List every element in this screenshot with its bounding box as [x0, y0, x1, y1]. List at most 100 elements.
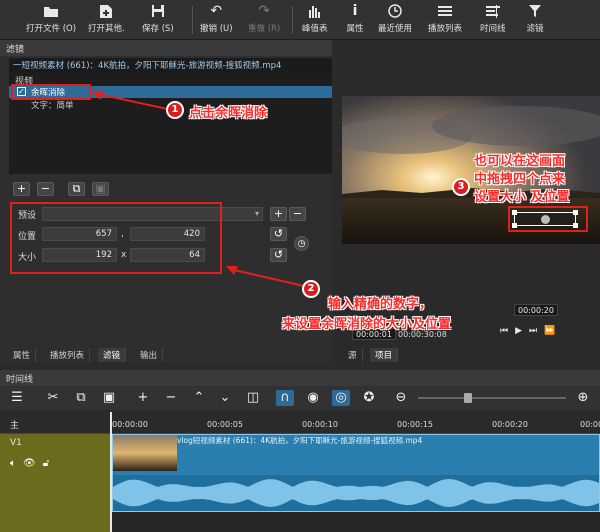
zoom-slider-handle[interactable]: [464, 393, 472, 403]
transport-controls: ⏮ ▶ ⏭ ⏩: [500, 326, 555, 336]
funnel-icon: [524, 2, 546, 20]
toolbar-separator: [192, 6, 193, 34]
tab-output[interactable]: 输出: [135, 348, 164, 362]
annotation-2-text-line1: 输入精确的数字，: [328, 297, 433, 312]
eye-icon[interactable]: 👁︎: [23, 458, 36, 469]
tab-source[interactable]: 源: [343, 348, 363, 362]
save-button[interactable]: 保存 (S): [142, 2, 174, 38]
redo-icon: ↷: [258, 3, 270, 19]
bar-meter-icon: [304, 2, 326, 20]
annotation-1-badge: 1: [166, 101, 184, 119]
tab-project[interactable]: 项目: [370, 348, 399, 362]
tab-playlist[interactable]: 播放列表: [45, 348, 91, 362]
zoom-out-icon[interactable]: ⊖: [392, 390, 410, 406]
tab-filters[interactable]: 滤镜: [98, 348, 127, 362]
tab-properties[interactable]: 属性: [8, 348, 37, 362]
timeline-title: 时间线: [0, 370, 600, 386]
lock-icon[interactable]: 🔓︎: [43, 458, 49, 469]
master-label: 主: [10, 421, 20, 431]
menu-icon[interactable]: ☰: [8, 390, 26, 406]
peak-meter-button[interactable]: 峰值表: [302, 2, 328, 38]
annotation-3-text-line3: 设置大小 及位置: [474, 190, 570, 205]
copy-icon[interactable]: ⧉: [72, 390, 90, 406]
skip-back-icon[interactable]: ⏮: [500, 326, 508, 336]
copy-icon: ⧉: [72, 182, 81, 195]
main-toolbar: 打开文件 (O) 打开其他. 保存 (S) ↶ 撤销 (U) ↷ 重做 (R) …: [0, 0, 600, 40]
info-icon: i: [352, 3, 358, 19]
snap-icon[interactable]: ∩: [276, 390, 294, 406]
append-icon[interactable]: +: [134, 390, 152, 406]
tick-label: 00:00:00: [112, 420, 148, 429]
lift-icon[interactable]: ⌃: [190, 390, 208, 406]
timeline-clip[interactable]: vlog短视频素材 (661)：4K航拍，夕阳下耶稣光-旅游视频-搜狐视频.mp…: [112, 434, 600, 512]
glare-selection-rect[interactable]: [512, 210, 578, 228]
paste-filter-button[interactable]: ▣: [92, 182, 109, 196]
recent-button[interactable]: 最近使用: [378, 2, 412, 38]
remove-filter-button[interactable]: −: [37, 182, 54, 196]
filter-item-text-simple[interactable]: 文字：简单: [31, 99, 74, 111]
playlist-button[interactable]: 播放列表: [428, 2, 462, 38]
toolbar-separator: [292, 6, 293, 34]
zoom-in-icon[interactable]: ⊕: [574, 390, 592, 406]
master-track-header: 主: [0, 412, 110, 434]
floppy-icon: [147, 2, 169, 20]
fast-forward-icon[interactable]: ⏩: [544, 326, 555, 336]
annotation-3-badge: 3: [452, 178, 470, 196]
keyframe-button[interactable]: ◷: [294, 236, 309, 251]
ripple-icon[interactable]: ◎: [332, 390, 350, 406]
reset-icon: ↺: [273, 227, 284, 240]
scrub-icon[interactable]: ◉: [304, 390, 322, 406]
paste-icon: ▣: [95, 182, 106, 195]
overwrite-icon[interactable]: ⌄: [216, 390, 234, 406]
timeline-icon: [482, 2, 504, 20]
paste-icon[interactable]: ▣: [100, 390, 118, 406]
filters-button[interactable]: 滤镜: [524, 2, 546, 38]
remove-icon[interactable]: −: [162, 390, 180, 406]
list-icon: [434, 2, 456, 20]
remove-preset-button[interactable]: −: [289, 207, 306, 221]
clip-thumbnail: [113, 435, 177, 471]
resize-handle[interactable]: [512, 223, 517, 228]
filters-panel-title: 滤镜: [0, 40, 332, 56]
speaker-icon[interactable]: 🔈︎: [10, 458, 16, 469]
resize-handle[interactable]: [573, 223, 578, 228]
v1-track-header: V1 🔈︎ 👁︎ 🔓︎: [0, 434, 110, 532]
split-icon[interactable]: ◫: [244, 390, 262, 406]
reset-size-button[interactable]: ↺: [270, 248, 287, 262]
move-handle[interactable]: [541, 215, 550, 224]
open-file-button[interactable]: 打开文件 (O): [26, 2, 76, 38]
reset-icon: ↺: [273, 248, 284, 261]
audio-waveform: [113, 475, 599, 511]
add-filter-button[interactable]: +: [13, 182, 30, 196]
cut-icon[interactable]: ✂: [44, 390, 62, 406]
highlight-params: [10, 202, 222, 274]
redo-button[interactable]: ↷ 重做 (R): [248, 2, 280, 38]
open-other-button[interactable]: 打开其他.: [88, 2, 125, 38]
play-icon[interactable]: ▶: [515, 326, 522, 336]
timeline-toolbar: ☰ ✂ ⧉ ▣ + − ⌃ ⌄ ◫ ∩ ◉ ◎ ✪ ⊖ ⊕: [0, 386, 600, 410]
annotation-2-badge: 2: [302, 280, 320, 298]
track-label: V1: [10, 438, 22, 448]
clip-label: vlog短视频素材 (661)：4K航拍，夕阳下耶稣光-旅游视频-搜狐视频.mp…: [177, 436, 423, 445]
skip-forward-icon[interactable]: ⏭: [529, 326, 537, 336]
add-preset-button[interactable]: +: [270, 207, 287, 221]
tick-label: 00:00:25: [580, 420, 600, 429]
timeline-ruler[interactable]: 00:00:00 00:00:05 00:00:10 00:00:15 00:0…: [110, 412, 600, 434]
resize-handle[interactable]: [573, 210, 578, 215]
timeline-button[interactable]: 时间线: [480, 2, 506, 38]
annotation-1-text: 点击余晖消除: [189, 106, 268, 121]
annotation-2-text-line2: 来设置余晖消除的大小及位置: [282, 317, 452, 332]
stopwatch-icon: ◷: [297, 239, 306, 249]
tick-label: 00:00:15: [397, 420, 433, 429]
copy-filter-button[interactable]: ⧉: [68, 182, 85, 196]
ripple-all-icon[interactable]: ✪: [360, 390, 378, 406]
clock-icon: [384, 2, 406, 20]
properties-button[interactable]: i 属性: [344, 2, 366, 38]
reset-position-button[interactable]: ↺: [270, 227, 287, 241]
arrow-1: [92, 91, 173, 111]
annotation-3-text-line2: 中拖拽四个点来: [474, 172, 566, 187]
undo-button[interactable]: ↶ 撤销 (U): [200, 2, 233, 38]
chevron-down-icon: ▾: [254, 209, 259, 218]
resize-handle[interactable]: [512, 210, 517, 215]
zoom-slider-track[interactable]: [418, 397, 566, 399]
